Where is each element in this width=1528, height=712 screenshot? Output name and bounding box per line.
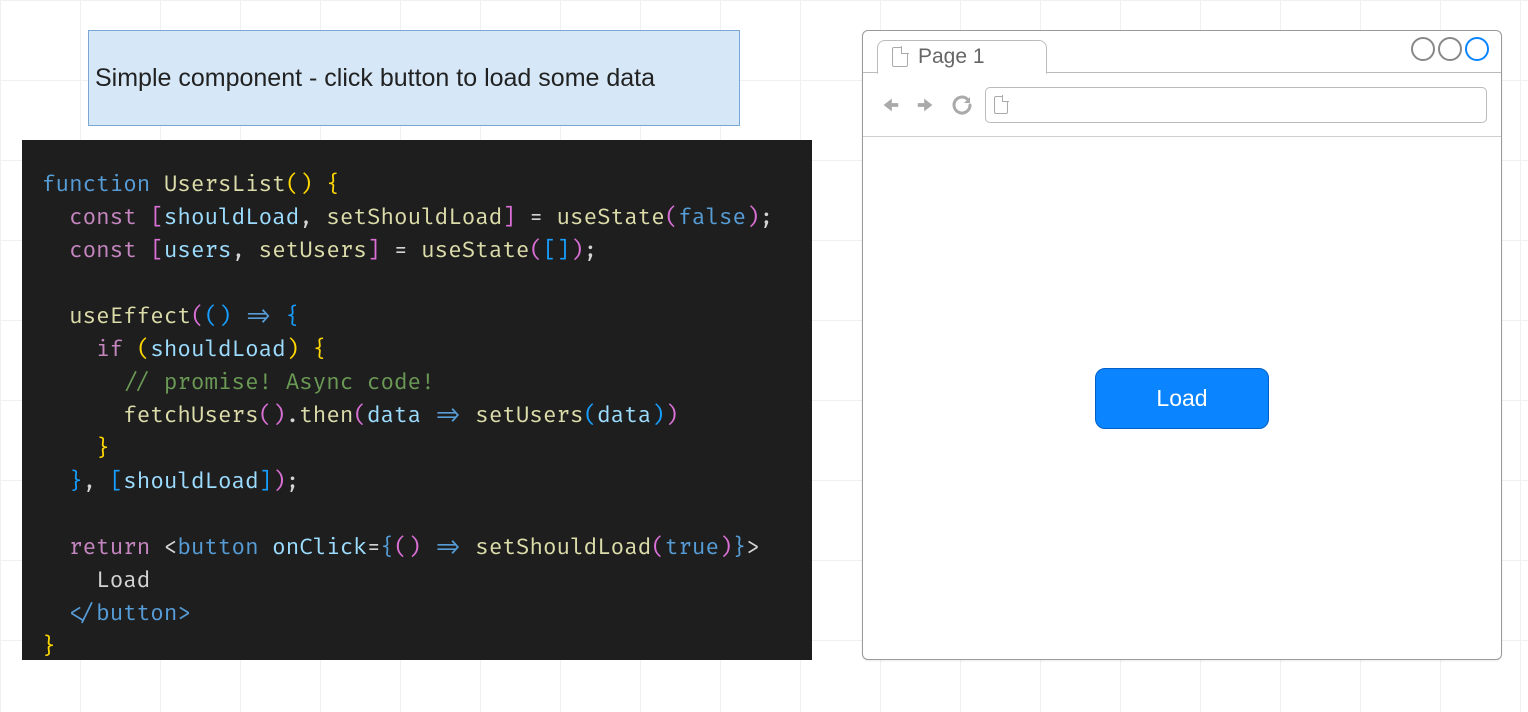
- kw-const2: const: [69, 237, 137, 264]
- code-snippet: function UsersList() { const [shouldLoad…: [22, 140, 812, 660]
- jsx-onclick: onClick: [272, 534, 367, 561]
- arg-data2: data: [597, 402, 651, 429]
- kw-function: function: [42, 171, 150, 198]
- tab-label: Page 1: [918, 45, 985, 69]
- title-text: Simple component - click button to load …: [95, 64, 655, 93]
- window-dot-3[interactable]: [1465, 37, 1489, 61]
- browser-viewport: Load: [863, 137, 1501, 659]
- jsx-button-open: button: [177, 534, 258, 561]
- dep-shouldLoad: shouldLoad: [123, 468, 258, 495]
- address-page-icon: [994, 96, 1008, 114]
- window-dot-1[interactable]: [1411, 37, 1435, 61]
- jsx-button-close: </button>: [69, 600, 191, 627]
- arg-data: data: [367, 402, 421, 429]
- address-input[interactable]: [1016, 96, 1478, 114]
- literal-false: false: [678, 204, 746, 231]
- address-bar[interactable]: [985, 87, 1487, 123]
- kw-if: if: [96, 336, 123, 363]
- back-icon[interactable]: [877, 92, 903, 118]
- page-icon: [892, 47, 908, 67]
- kw-const: const: [69, 204, 137, 231]
- fn-useState: useState: [557, 204, 665, 231]
- fn-useEffect: useEffect: [69, 303, 191, 330]
- fn-setShouldLoad-call: setShouldLoad: [475, 534, 651, 561]
- jsx-text-load: Load: [96, 567, 150, 594]
- reload-icon[interactable]: [949, 92, 975, 118]
- var-users: users: [164, 237, 232, 264]
- var-shouldLoad: shouldLoad: [164, 204, 299, 231]
- fn-fetchUsers: fetchUsers: [123, 402, 258, 429]
- load-button[interactable]: Load: [1095, 368, 1268, 429]
- window-controls: [1411, 37, 1489, 61]
- slide-title: Simple component - click button to load …: [88, 30, 740, 126]
- comment-async: // promise! Async code!: [123, 369, 434, 396]
- browser-tab[interactable]: Page 1: [877, 40, 1047, 74]
- browser-mockup: Page 1 Load: [862, 30, 1502, 660]
- browser-tabbar: Page 1: [863, 31, 1501, 73]
- literal-true: true: [665, 534, 719, 561]
- fn-name: UsersList: [164, 171, 286, 198]
- literal-empty-array: []: [543, 237, 570, 264]
- fn-then: then: [299, 402, 353, 429]
- forward-icon[interactable]: [913, 92, 939, 118]
- browser-toolbar: [863, 73, 1501, 137]
- load-button-label: Load: [1156, 385, 1207, 411]
- window-dot-2[interactable]: [1438, 37, 1462, 61]
- fn-setUsers-call: setUsers: [475, 402, 583, 429]
- fn-useState2: useState: [421, 237, 529, 264]
- cond-shouldLoad: shouldLoad: [150, 336, 285, 363]
- var-setUsers: setUsers: [259, 237, 367, 264]
- var-setShouldLoad: setShouldLoad: [326, 204, 502, 231]
- kw-return: return: [69, 534, 150, 561]
